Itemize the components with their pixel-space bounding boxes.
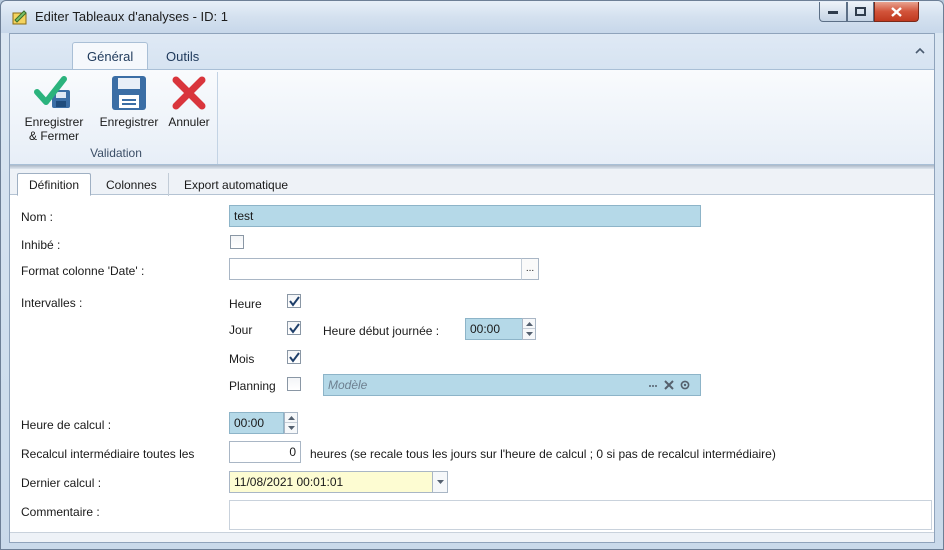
checkmark-icon [289, 296, 300, 307]
heure-calcul-spinner[interactable] [284, 412, 298, 434]
checkmark-icon [289, 323, 300, 334]
client-area: Général Outils Enregistrer & Fermer Enre… [9, 33, 935, 543]
tab-definition[interactable]: Définition [17, 173, 92, 196]
tab-label: Définition [29, 177, 80, 192]
save-close-label-1: Enregistrer [24, 115, 84, 129]
floppy-disk-icon [112, 76, 146, 110]
recalcul-field[interactable]: 0 [229, 441, 301, 463]
refresh-icon[interactable] [680, 380, 690, 390]
heure-calcul-label: Heure de calcul : [21, 418, 112, 432]
maximize-button[interactable] [847, 2, 874, 22]
spin-down-icon[interactable] [523, 329, 535, 339]
jour-label: Jour [229, 323, 253, 337]
recalcul-hint: heures (se recale tous les jours sur l'h… [310, 447, 776, 461]
mois-label: Mois [229, 352, 255, 366]
nom-label: Nom : [21, 210, 54, 224]
save-close-check-icon [34, 76, 70, 108]
ribbon-tab-general[interactable]: Général [72, 42, 149, 70]
minimize-button[interactable] [819, 2, 847, 22]
nom-field[interactable]: test [229, 205, 701, 227]
jour-checkbox[interactable] [287, 321, 301, 335]
heure-calcul-field[interactable]: 00:00 [229, 412, 284, 434]
tab-label: Export automatique [184, 177, 289, 192]
mois-checkbox[interactable] [287, 350, 301, 364]
format-date-label: Format colonne 'Date' : [21, 264, 145, 278]
ribbon-tab-label: Général [87, 49, 134, 64]
heure-checkbox[interactable] [287, 294, 301, 308]
spin-up-icon[interactable] [523, 319, 535, 329]
bottom-strip [10, 532, 934, 542]
dernier-calcul-label: Dernier calcul : [21, 476, 102, 490]
ribbon-body: Enregistrer & Fermer Enregistrer Annuler… [10, 69, 934, 165]
tab-export-automatique[interactable]: Export automatique [173, 173, 299, 196]
format-date-field[interactable] [229, 258, 522, 280]
dernier-calcul-field[interactable]: 11/08/2021 00:01:01 [229, 471, 433, 493]
close-icon [891, 6, 902, 17]
modele-actions [648, 380, 690, 390]
save-button[interactable]: Enregistrer [96, 74, 162, 129]
ribbon-group-label: Validation [90, 146, 142, 160]
commentaire-label: Commentaire : [21, 505, 100, 519]
inhibe-label: Inhibé : [21, 238, 61, 252]
maximize-icon [855, 7, 866, 16]
clear-x-icon[interactable] [664, 380, 674, 390]
collapse-ribbon-icon[interactable] [914, 46, 926, 56]
app-icon [12, 10, 27, 25]
ribbon-tab-bar: Général Outils [10, 34, 934, 70]
save-close-button[interactable]: Enregistrer & Fermer [20, 74, 88, 143]
inhibe-checkbox[interactable] [230, 235, 244, 249]
minimize-icon [828, 10, 838, 14]
ribbon-group-validation: Enregistrer & Fermer Enregistrer Annuler… [14, 72, 218, 164]
tab-label: Colonnes [106, 177, 157, 192]
ribbon-tab-outils[interactable]: Outils [152, 42, 213, 70]
heure-debut-spinner[interactable] [522, 318, 536, 340]
definition-tabs: Définition Colonnes Export automatique [10, 169, 934, 196]
spin-up-icon[interactable] [285, 413, 297, 423]
close-button[interactable] [874, 2, 919, 22]
save-close-label-2: & Fermer [28, 129, 79, 143]
window-title: Editer Tableaux d'analyses - ID: 1 [35, 9, 229, 24]
cancel-label: Annuler [168, 115, 210, 129]
title-bar[interactable]: Editer Tableaux d'analyses - ID: 1 [1, 1, 943, 33]
recalcul-label: Recalcul intermédiaire toutes les [21, 447, 195, 461]
intervalles-label: Intervalles : [21, 296, 83, 310]
spin-down-icon[interactable] [285, 423, 297, 433]
modele-placeholder: Modèle [328, 378, 368, 392]
ellipsis-label: ... [525, 263, 535, 274]
ellipsis-icon[interactable] [648, 380, 658, 390]
format-browse-button[interactable]: ... [521, 258, 539, 280]
save-label: Enregistrer [99, 115, 159, 129]
red-x-icon [172, 76, 206, 110]
dernier-calcul-dropdown[interactable] [432, 471, 448, 493]
modele-field[interactable]: Modèle [323, 374, 701, 396]
ribbon-tab-label: Outils [166, 48, 200, 64]
checkmark-icon [289, 352, 300, 363]
cancel-button[interactable]: Annuler [164, 74, 214, 129]
chevron-down-icon [436, 480, 444, 484]
heure-debut-field[interactable]: 00:00 [465, 318, 523, 340]
planning-checkbox[interactable] [287, 377, 301, 391]
planning-label: Planning [229, 379, 276, 393]
heure-debut-label: Heure début journée : [323, 324, 440, 338]
tab-colonnes[interactable]: Colonnes [95, 173, 169, 196]
commentaire-field[interactable] [229, 500, 932, 530]
window: Editer Tableaux d'analyses - ID: 1 Génér… [0, 0, 944, 550]
heure-label: Heure [229, 297, 262, 311]
